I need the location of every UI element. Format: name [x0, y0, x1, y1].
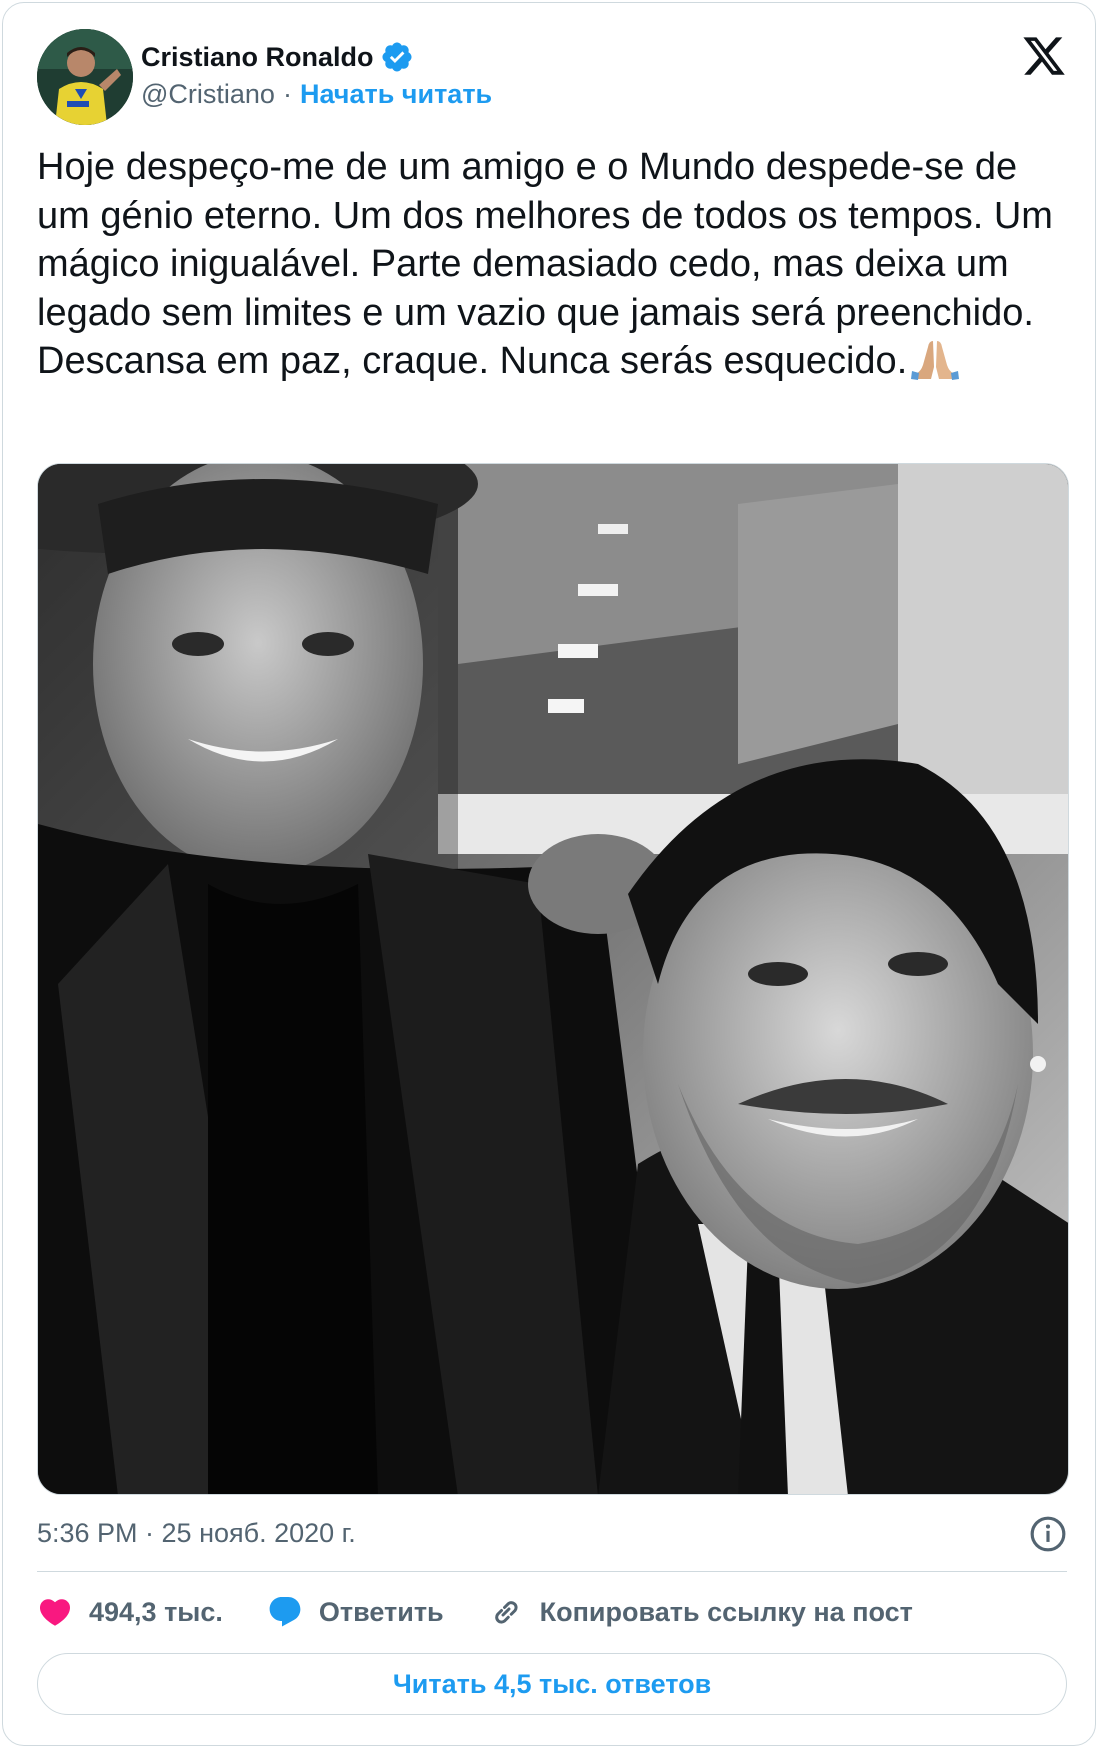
info-icon[interactable] — [1029, 1515, 1067, 1553]
avatar[interactable] — [37, 29, 133, 125]
folded-hands-emoji-icon — [909, 337, 961, 381]
tweet-embed-card: Cristiano Ronaldo @Cristiano · Начать чи… — [2, 2, 1096, 1746]
author-name-row: Cristiano Ronaldo — [141, 37, 414, 77]
tweet-timestamp[interactable]: 5:36 PM · 25 нояб. 2020 г. — [37, 1518, 356, 1549]
separator-dot: · — [282, 79, 292, 109]
copy-link-button[interactable]: Копировать ссылку на пост — [488, 1594, 913, 1630]
tweet-photo[interactable] — [37, 463, 1069, 1495]
author-subline: @Cristiano · Начать читать — [141, 79, 492, 110]
like-button[interactable]: 494,3 тыс. — [37, 1594, 223, 1630]
reply-label: Ответить — [318, 1596, 444, 1627]
follow-link[interactable]: Начать читать — [300, 79, 492, 110]
tweet-actions: 494,3 тыс. Ответить Копировать ссылку на… — [37, 1587, 1067, 1637]
read-replies-label: Читать 4,5 тыс. ответов — [392, 1668, 712, 1699]
tweet-meta: 5:36 PM · 25 нояб. 2020 г. — [37, 1511, 1067, 1555]
author-name[interactable]: Cristiano Ronaldo — [141, 42, 374, 73]
reply-button[interactable]: Ответить — [267, 1594, 444, 1630]
divider — [37, 1571, 1067, 1572]
verified-badge-icon — [380, 40, 414, 74]
copy-link-label: Копировать ссылку на пост — [539, 1596, 913, 1627]
heart-icon — [39, 1599, 71, 1626]
tweet-text: Hoje despeço-me de um amigo e o Mundo de… — [37, 143, 1077, 386]
read-replies-button[interactable]: Читать 4,5 тыс. ответов — [37, 1653, 1067, 1715]
reply-bubble-icon — [269, 1597, 301, 1627]
author-handle[interactable]: @Cristiano — [141, 79, 275, 110]
link-icon — [494, 1601, 518, 1624]
x-logo-icon[interactable] — [1021, 33, 1067, 79]
like-count: 494,3 тыс. — [89, 1596, 223, 1627]
tweet-header: Cristiano Ronaldo @Cristiano · Начать чи… — [37, 29, 1067, 125]
